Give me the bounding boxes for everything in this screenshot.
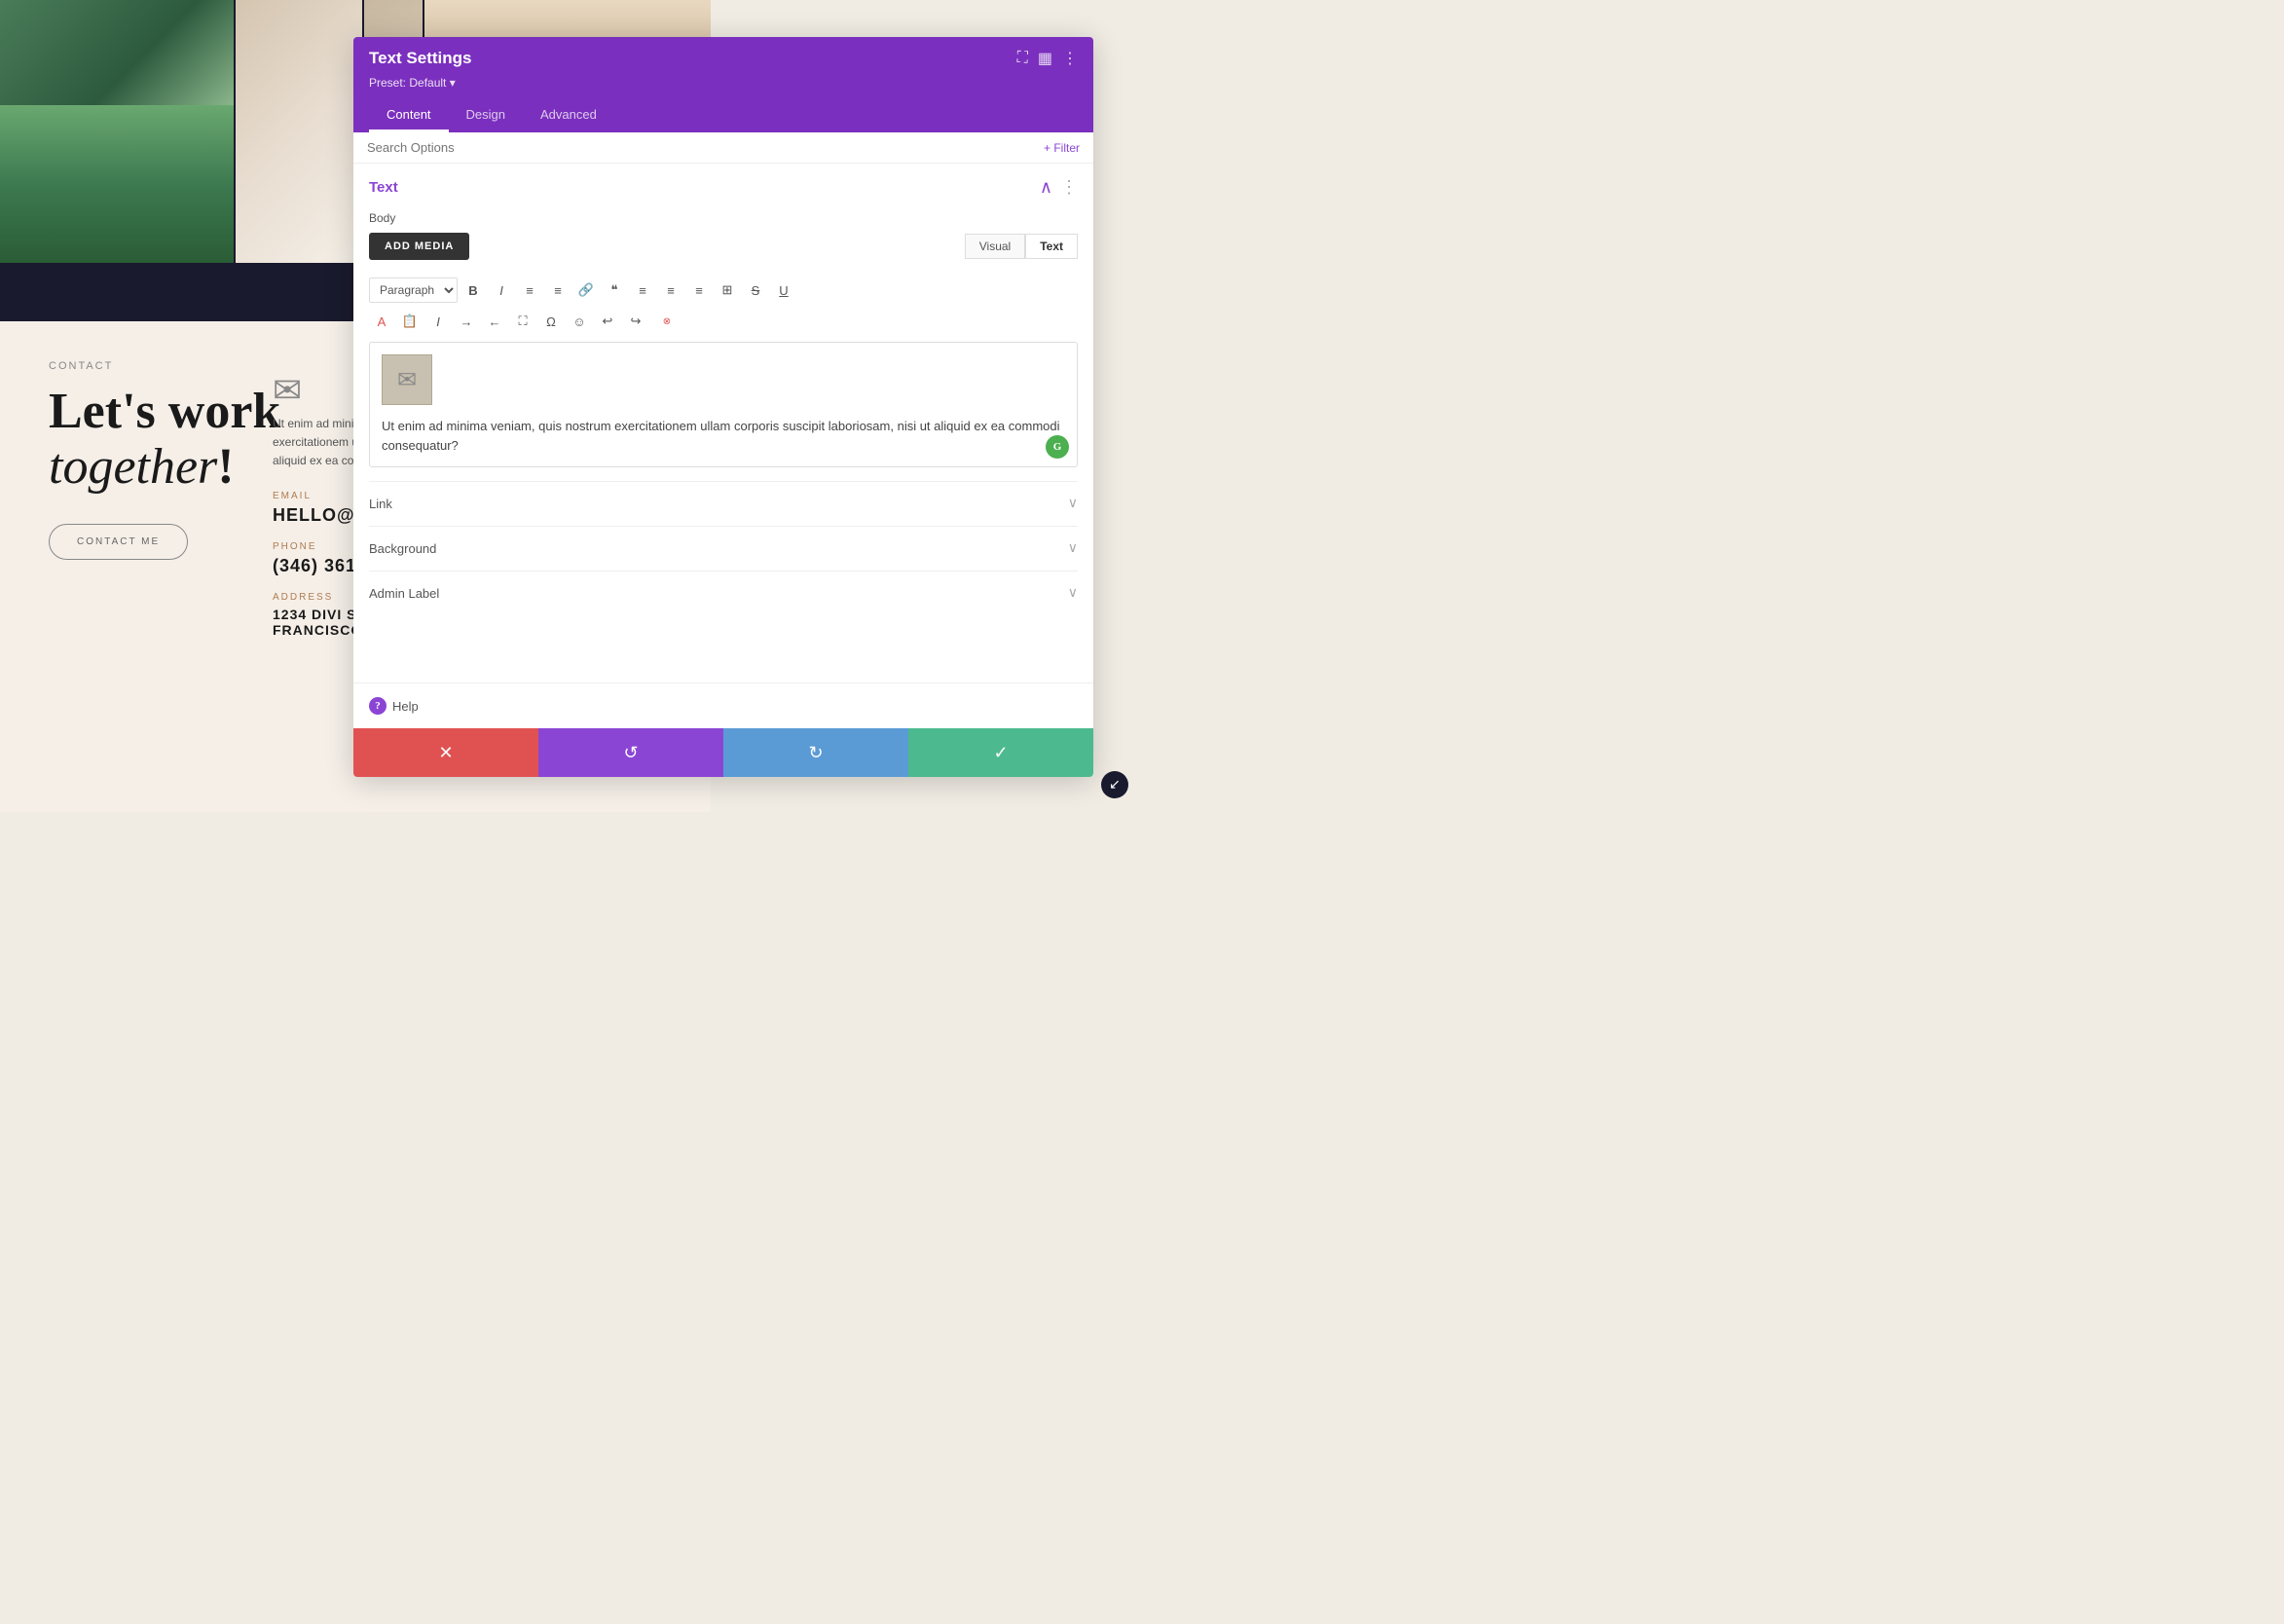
link-button[interactable]: 🔗 [573, 277, 599, 303]
background-section-header[interactable]: Background ∨ [369, 540, 1078, 557]
panel-preset[interactable]: Preset: Default ▾ [369, 76, 1078, 90]
gallery-image-2 [236, 0, 362, 263]
visual-view-button[interactable]: Visual [965, 234, 1025, 259]
bold-button[interactable]: B [460, 277, 486, 303]
fullscreen-icon[interactable]: ⛶ [1017, 50, 1028, 67]
body-label: Body [369, 211, 1078, 225]
align-center-button[interactable]: ≡ [658, 277, 683, 303]
panel-title: Text Settings [369, 49, 471, 68]
editor-area[interactable]: Ut enim ad minima veniam, quis nostrum e… [369, 342, 1078, 467]
strikethrough-button[interactable]: S [743, 277, 768, 303]
panel-body: Text ∧ ⋮ Body ADD MEDIA Visual Text Para… [353, 164, 1093, 683]
contact-heading-suffix: ! [217, 439, 234, 495]
section-controls: ∧ ⋮ [1040, 177, 1078, 198]
tab-advanced[interactable]: Advanced [523, 99, 614, 132]
text-section-header: Text ∧ ⋮ [369, 177, 1078, 198]
italic-button[interactable]: I [489, 277, 514, 303]
section-title-text: Text [369, 179, 398, 196]
redo-button[interactable]: ↪ [623, 309, 648, 334]
admin-label-section: Admin Label ∨ [369, 571, 1078, 615]
grammarly-icon: G [1046, 435, 1069, 459]
underline-button[interactable]: U [771, 277, 796, 303]
background-chevron-icon: ∨ [1068, 540, 1078, 557]
text-view-button[interactable]: Text [1025, 234, 1078, 259]
back-arrow-button[interactable]: ↙ [1101, 771, 1128, 798]
columns-icon[interactable]: ▦ [1038, 49, 1052, 68]
undo-button[interactable]: ↩ [595, 309, 620, 334]
divi-modules-button[interactable]: ⊗ [651, 309, 682, 334]
indent-button[interactable]: → [454, 309, 479, 334]
editor-text-content: Ut enim ad minima veniam, quis nostrum e… [370, 417, 1077, 466]
gallery-image-1 [0, 0, 234, 263]
ordered-list-button[interactable]: ≡ [545, 277, 571, 303]
tab-design[interactable]: Design [449, 99, 523, 132]
panel-header-icons: ⛶ ▦ ⋮ [1017, 49, 1078, 68]
cancel-button[interactable]: ✕ [353, 728, 538, 777]
settings-panel: Text Settings ⛶ ▦ ⋮ Preset: Default ▾ Co… [353, 37, 1093, 777]
reset-button[interactable]: ↺ [538, 728, 723, 777]
paragraph-select[interactable]: Paragraph [369, 277, 458, 303]
copy-paste-button[interactable]: 📋 [397, 309, 423, 334]
contact-heading-line2: together [49, 439, 217, 495]
editor-image [382, 354, 432, 405]
section-collapse-icon[interactable]: ∧ [1040, 177, 1052, 198]
panel-tabs: Content Design Advanced [369, 99, 1078, 132]
envelope-icon [273, 370, 312, 401]
emoji-button[interactable]: ☺ [567, 309, 592, 334]
toolbar-row-2: A 📋 I → ← ⛶ Ω ☺ ↩ ↪ ⊗ [369, 309, 1078, 334]
admin-label-chevron-icon: ∨ [1068, 585, 1078, 602]
tab-content[interactable]: Content [369, 99, 449, 132]
admin-label-title: Admin Label [369, 586, 439, 601]
filter-button[interactable]: + Filter [1044, 141, 1080, 155]
view-toggle: Visual Text [965, 234, 1078, 259]
help-label[interactable]: Help [392, 699, 419, 714]
link-section: Link ∨ [369, 481, 1078, 526]
contact-me-button[interactable]: CONTACT ME [49, 524, 188, 560]
table-button[interactable]: ⊞ [715, 277, 740, 303]
panel-header: Text Settings ⛶ ▦ ⋮ Preset: Default ▾ Co… [353, 37, 1093, 132]
link-section-header[interactable]: Link ∨ [369, 496, 1078, 512]
save-button[interactable]: ✓ [908, 728, 1093, 777]
media-toggle-row: ADD MEDIA Visual Text [369, 233, 1078, 270]
italic2-button[interactable]: I [425, 309, 451, 334]
align-right-button[interactable]: ≡ [686, 277, 712, 303]
special-chars-button[interactable]: Ω [538, 309, 564, 334]
link-chevron-icon: ∨ [1068, 496, 1078, 512]
help-section: ? Help [353, 683, 1093, 728]
section-more-icon[interactable]: ⋮ [1060, 177, 1078, 198]
contact-heading-line1: Let's work [49, 384, 280, 439]
background-section: Background ∨ [369, 526, 1078, 571]
toolbar-row-1: Paragraph B I ≡ ≡ 🔗 ❝ ≡ ≡ ≡ ⊞ S U [369, 277, 1078, 303]
add-media-button[interactable]: ADD MEDIA [369, 233, 469, 260]
admin-label-section-header[interactable]: Admin Label ∨ [369, 585, 1078, 602]
help-icon: ? [369, 697, 387, 715]
panel-header-top: Text Settings ⛶ ▦ ⋮ [369, 49, 1078, 68]
more-icon[interactable]: ⋮ [1062, 49, 1078, 68]
unordered-list-button[interactable]: ≡ [517, 277, 542, 303]
outdent-button[interactable]: ← [482, 309, 507, 334]
search-input[interactable] [367, 140, 1044, 155]
redo-action-button[interactable]: ↻ [723, 728, 908, 777]
blockquote-button[interactable]: ❝ [602, 277, 627, 303]
action-bar: ✕ ↺ ↻ ✓ [353, 728, 1093, 777]
background-section-title: Background [369, 541, 436, 556]
text-color-button[interactable]: A [369, 309, 394, 334]
fullscreen-editor-button[interactable]: ⛶ [510, 309, 535, 334]
panel-search-bar: + Filter [353, 132, 1093, 164]
link-section-title: Link [369, 497, 392, 511]
align-left-button[interactable]: ≡ [630, 277, 655, 303]
